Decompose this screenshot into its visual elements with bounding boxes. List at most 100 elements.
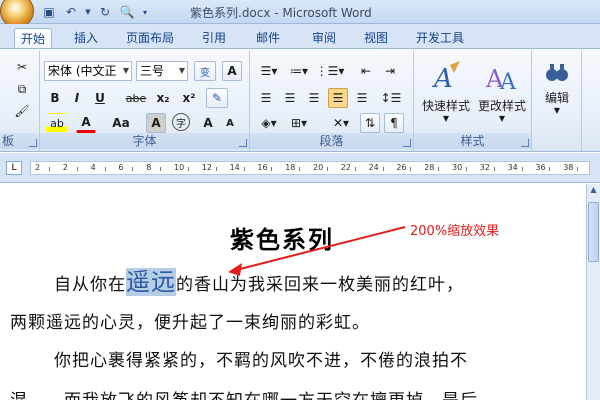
quick-styles-button[interactable]: A 快速样式 ▼ <box>418 57 474 127</box>
format-painter-icon[interactable]: 🖌 <box>12 101 32 121</box>
clear-formatting-button[interactable]: ✎ <box>206 88 228 108</box>
strikethrough-button[interactable]: abe <box>122 88 150 108</box>
decrease-indent-icon[interactable]: ⇤ <box>356 61 376 81</box>
document-area[interactable]: 紫色系列 200%缩放效果 自从你在遥远的香山为我采回来一枚美丽的红叶， 两颗遥… <box>0 184 586 400</box>
ruler-number: 12 <box>201 163 212 172</box>
align-center-icon[interactable]: ☰ <box>280 88 300 108</box>
ruler-number: 16 <box>257 163 268 172</box>
chevron-down-icon: ▼ <box>178 66 185 75</box>
highlight-button[interactable]: ab <box>46 113 68 133</box>
tab-selector-icon[interactable]: L <box>6 161 22 175</box>
tab-view[interactable]: 视图 <box>358 28 394 48</box>
justify-icon[interactable]: ☰ <box>328 88 348 108</box>
numbering-icon[interactable]: ≔▾ <box>286 61 312 81</box>
horizontal-ruler[interactable]: L 2 2 4 6 8 10 12 14 16 18 20 22 24 26 28 30 32 34 36 38 <box>0 153 600 183</box>
save-icon[interactable]: ▣ <box>40 3 58 21</box>
paragraph-launcher-icon[interactable] <box>403 139 411 147</box>
ruler-tick <box>382 167 384 171</box>
font-size-value: 三号 <box>140 64 165 78</box>
tab-references[interactable]: 引用 <box>196 28 232 48</box>
ruler-tick <box>271 167 273 171</box>
cut-icon[interactable]: ✂ <box>12 57 32 77</box>
ruler-number: 10 <box>174 163 185 172</box>
group-paragraph: ☰▾ ≔▾ ⋮☰▾ ⇤ ⇥ ☰ ☰ ☰ ☰ ☰ ↕☰ ◈▾ ⊞▾ ✕▾ ⇅ ¶ … <box>250 51 414 151</box>
group-label-font: 字体 <box>40 133 249 149</box>
ruler-tick <box>243 167 245 171</box>
ruler-tick <box>160 167 162 171</box>
align-left-icon[interactable]: ☰ <box>256 88 276 108</box>
print-preview-icon[interactable]: 🔍 <box>118 3 136 21</box>
font-launcher-icon[interactable] <box>239 139 247 147</box>
font-name-value: 宋体 (中文正 <box>48 64 117 78</box>
ruler-tick <box>48 167 50 171</box>
paragraph-1-line-1: 自从你在遥远的香山为我采回来一枚美丽的红叶， <box>54 262 464 297</box>
tab-home[interactable]: 开始 <box>14 28 53 48</box>
align-right-icon[interactable]: ☰ <box>304 88 324 108</box>
ruler-number: 18 <box>285 163 296 172</box>
clipboard-launcher-icon[interactable] <box>29 139 37 147</box>
tab-developer[interactable]: 开发工具 <box>410 28 470 48</box>
increase-indent-icon[interactable]: ⇥ <box>380 61 400 81</box>
enclose-char-button[interactable]: 字 <box>172 113 190 131</box>
ruler-number: 8 <box>146 163 152 172</box>
underline-button[interactable]: U <box>90 88 110 108</box>
chevron-down-icon: ▼ <box>553 106 561 115</box>
char-border-button[interactable]: A <box>222 61 242 81</box>
p1-after: 的香山为我采回来一枚美丽的红叶， <box>176 275 464 295</box>
customize-icon[interactable]: ▾ <box>140 3 150 21</box>
ruler-number: 26 <box>396 163 407 172</box>
shading-icon[interactable]: ◈▾ <box>256 113 282 133</box>
tab-insert[interactable]: 插入 <box>68 28 104 48</box>
show-marks-icon[interactable]: ¶ <box>384 113 404 133</box>
p1-before: 自从你在 <box>54 275 126 295</box>
undo-icon[interactable]: ↶ <box>62 3 80 21</box>
ribbon-tabs: 开始 插入 页面布局 引用 邮件 审阅 视图 开发工具 <box>0 24 600 48</box>
chinese-layout-icon[interactable]: ✕▾ <box>328 113 354 133</box>
change-case-button[interactable]: Aa <box>108 113 134 133</box>
font-size-combo[interactable]: 三号 ▼ <box>136 61 188 81</box>
subscript-button[interactable]: x₂ <box>152 88 174 108</box>
vertical-scrollbar[interactable]: ▲ <box>586 184 600 400</box>
chevron-down-icon: ▼ <box>498 114 506 123</box>
font-name-combo[interactable]: 宋体 (中文正 ▼ <box>44 61 132 81</box>
bold-button[interactable]: B <box>46 88 64 108</box>
tab-mailings[interactable]: 邮件 <box>250 28 286 48</box>
selected-text[interactable]: 遥远 <box>126 268 176 296</box>
bullets-icon[interactable]: ☰▾ <box>256 61 282 81</box>
redo-icon[interactable]: ↻ <box>96 3 114 21</box>
title-bar: ▣ ↶ ▼ ↻ 🔍 ▾ 紫色系列.docx - Microsoft Word <box>0 0 600 28</box>
dropdown-icon[interactable]: ▼ <box>84 3 92 21</box>
scroll-up-icon[interactable]: ▲ <box>588 185 599 199</box>
char-shading-button[interactable]: A <box>146 113 166 133</box>
change-styles-button[interactable]: AA 更改样式 ▼ <box>474 57 530 127</box>
grow-font-button[interactable]: A <box>198 113 218 133</box>
ruler-tick <box>438 167 440 171</box>
sort-icon[interactable]: ⇅ <box>360 113 380 133</box>
styles-launcher-icon[interactable] <box>521 139 529 147</box>
shrink-font-button[interactable]: A <box>220 113 240 133</box>
ruler-tick <box>215 167 217 171</box>
tab-review[interactable]: 审阅 <box>306 28 342 48</box>
tab-page-layout[interactable]: 页面布局 <box>120 28 180 48</box>
paragraph-1-line-2: 两颗遥远的心灵，便升起了一束绚丽的彩虹。 <box>10 313 370 333</box>
multilevel-list-icon[interactable]: ⋮☰▾ <box>316 61 345 81</box>
ruler-number: 2 <box>62 163 68 172</box>
binoculars-icon <box>543 59 571 87</box>
chevron-down-icon: ▼ <box>122 66 129 75</box>
borders-icon[interactable]: ⊞▾ <box>286 113 312 133</box>
copy-icon[interactable]: ⧉ <box>12 79 32 99</box>
editing-button[interactable]: 编辑 ▼ <box>534 57 580 127</box>
phonetic-guide-button[interactable]: 变 <box>194 61 216 81</box>
line-spacing-icon[interactable]: ↕☰ <box>378 88 404 108</box>
ruler-number: 14 <box>229 163 240 172</box>
quick-styles-label: 快速样式 <box>421 99 470 113</box>
ruler-tick <box>326 167 328 171</box>
distributed-icon[interactable]: ☰ <box>352 88 372 108</box>
ruler-track: 2 2 4 6 8 10 12 14 16 18 20 22 24 26 28 30 32 34 36 38 <box>30 161 590 175</box>
group-label-styles: 样式 <box>414 133 531 149</box>
font-color-button[interactable]: A <box>76 113 96 133</box>
superscript-button[interactable]: x² <box>178 88 200 108</box>
ruler-number: 28 <box>424 163 435 172</box>
scroll-thumb[interactable] <box>588 202 599 262</box>
italic-button[interactable]: I <box>68 88 86 108</box>
